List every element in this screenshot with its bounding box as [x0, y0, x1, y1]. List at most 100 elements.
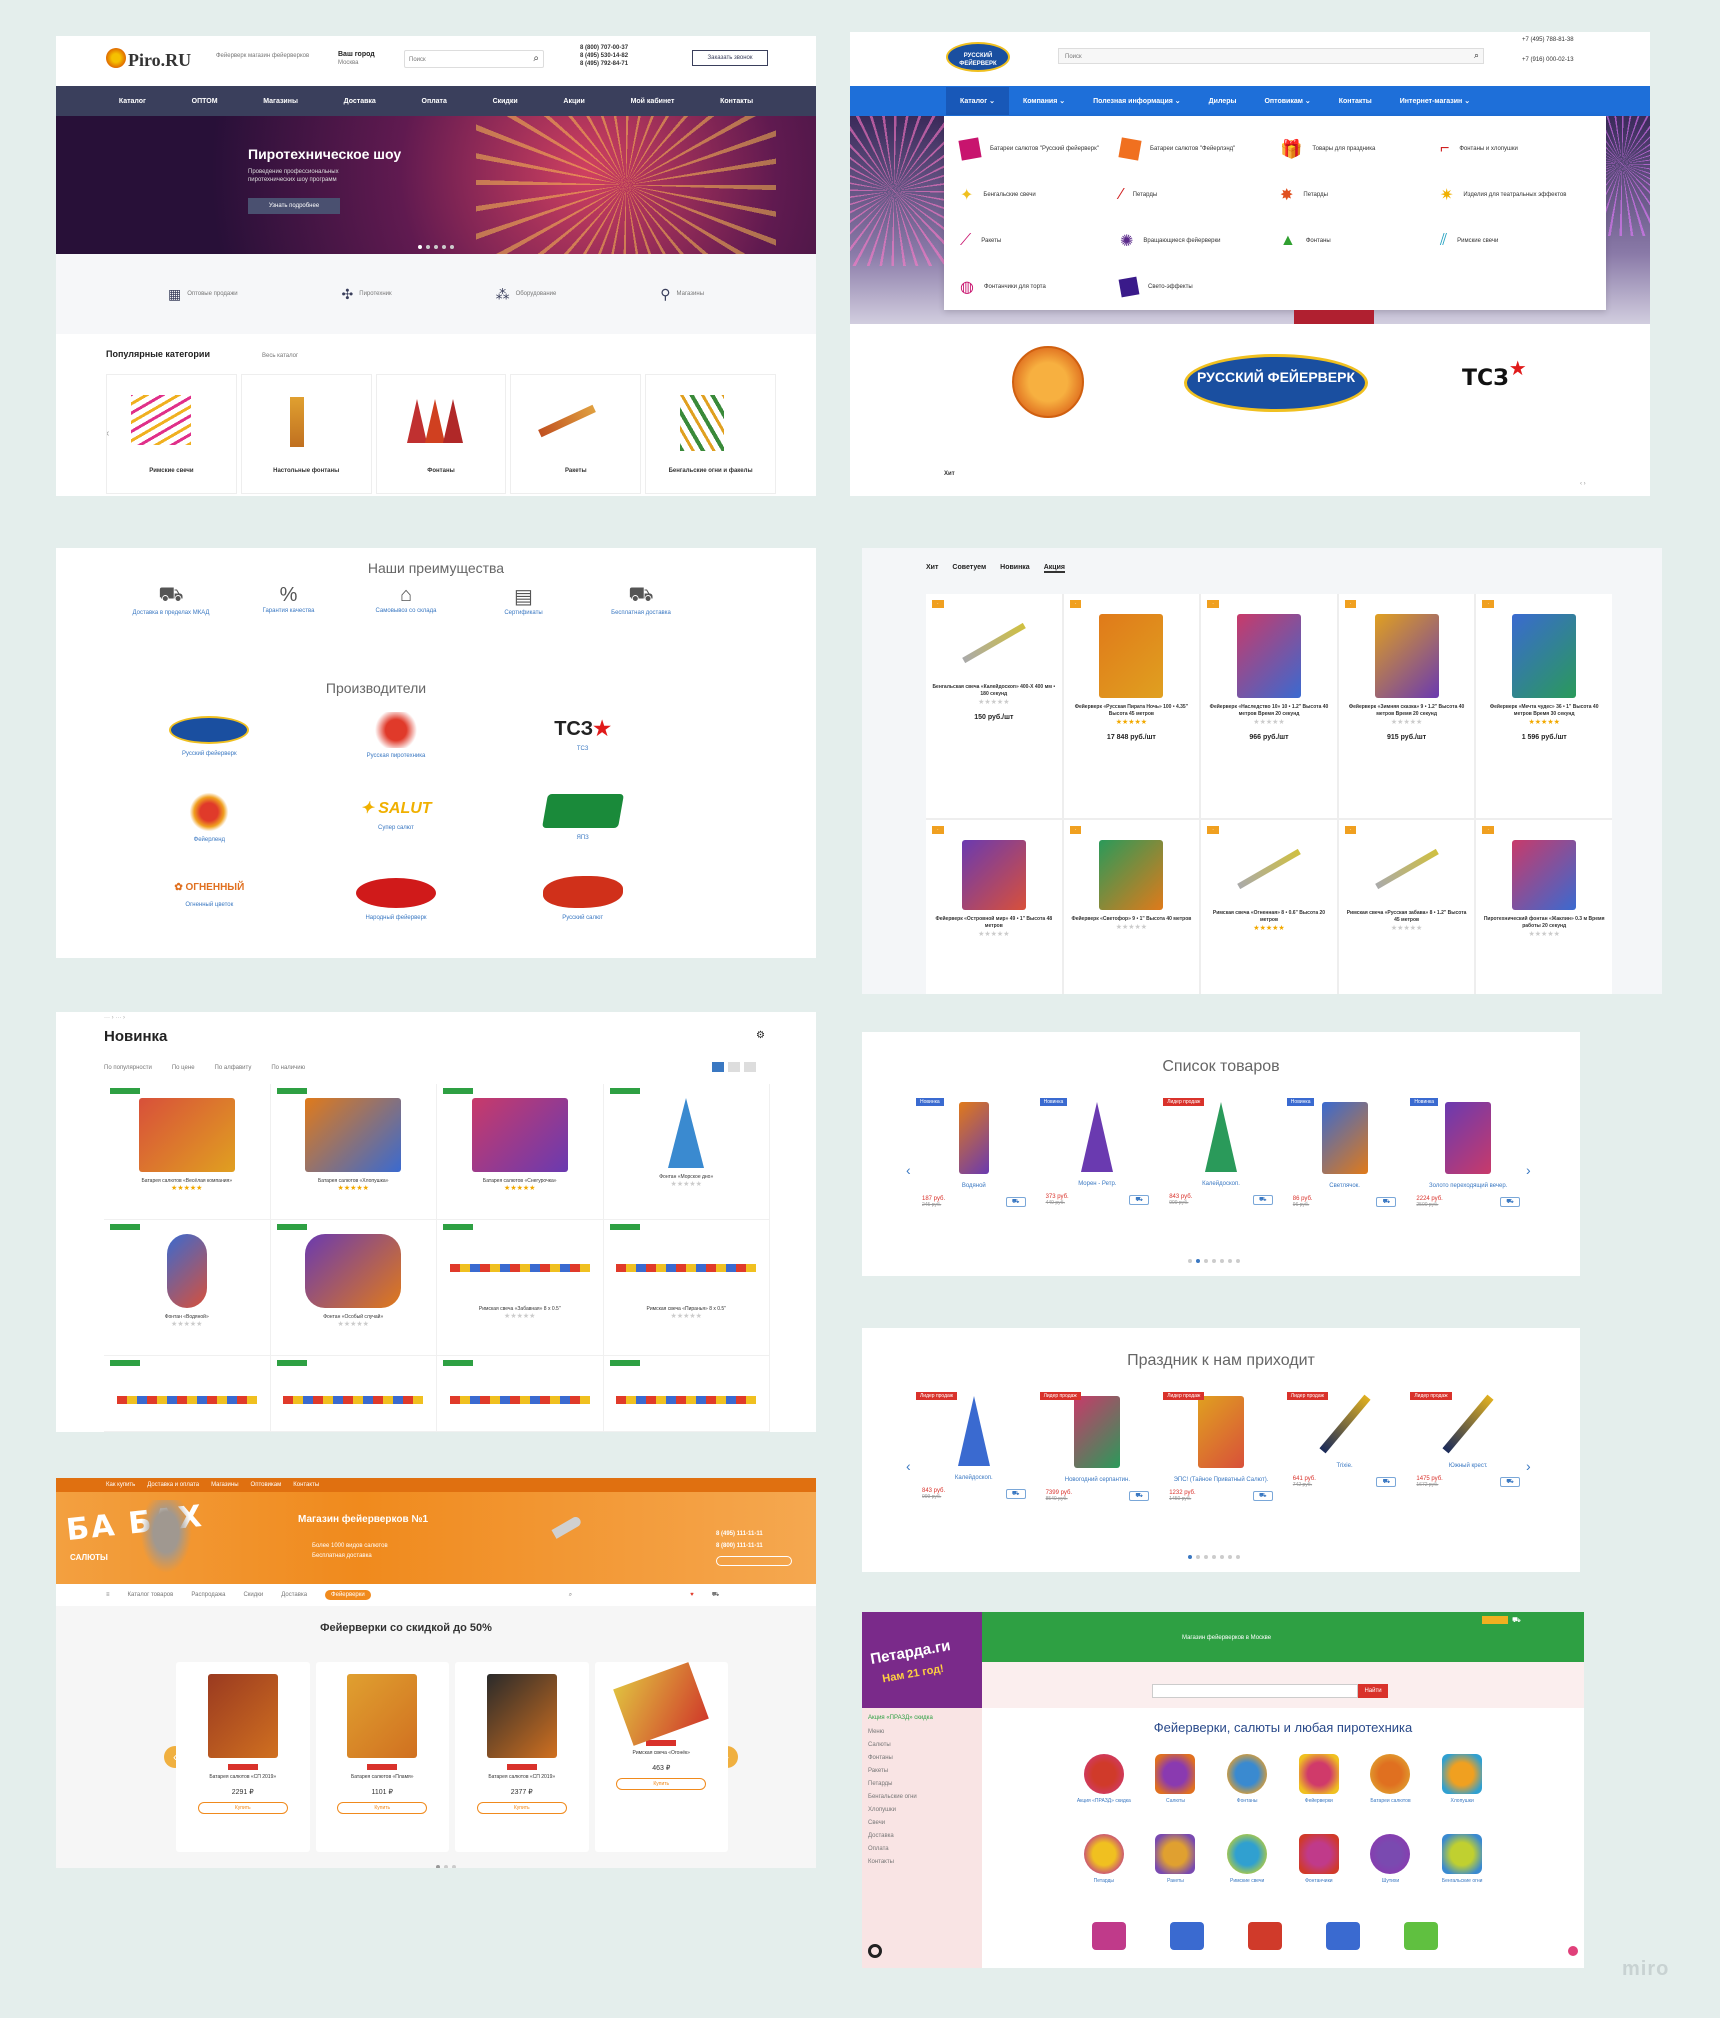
product-card[interactable]: Батарея салютов «СП 2019» 2291 ₽ Купить	[176, 1662, 310, 1852]
circle-icon[interactable]	[868, 1944, 882, 1958]
product-name[interactable]: Фейерверк «Зимняя сказка» 9 • 1.2" Высот…	[1345, 704, 1469, 718]
hero-pagination[interactable]	[416, 236, 456, 254]
petarda-search-button[interactable]: Найти	[1358, 1684, 1388, 1698]
product-card[interactable]	[270, 1356, 437, 1432]
nav-contacts[interactable]: Контакты	[720, 98, 753, 105]
manufacturer-ognenny[interactable]: ✿ ОГНЕННЫЙ Огненный цветок	[116, 868, 303, 948]
hero-button[interactable]: Узнать подробнее	[248, 198, 340, 214]
menu-item[interactable]: ▲ Фонтаны	[1280, 218, 1430, 264]
product-name[interactable]: Фейерверк «Русская Пирата Ночь» 100 • 4.…	[1070, 704, 1194, 718]
product-name[interactable]: Новогодний серпантин.	[1040, 1476, 1156, 1484]
rf-nav-info[interactable]: Полезная информация ⌄	[1079, 97, 1195, 105]
sort-price[interactable]: По цене	[172, 1064, 195, 1072]
list-view-icon[interactable]	[728, 1062, 740, 1072]
manufacturer-yapz[interactable]: ЯПЗ	[489, 788, 676, 868]
manufacturer-russky-salut[interactable]: Русский салют	[489, 868, 676, 948]
product-card[interactable]	[437, 1356, 604, 1432]
product-card[interactable]: Батарея салютов «СП 2019» 2377 ₽ Купить	[455, 1662, 589, 1852]
product-name[interactable]: Золото переходящий вечер.	[1410, 1182, 1526, 1190]
piro-logo[interactable]: Piro.RU	[128, 50, 191, 71]
product-card[interactable]: Новинка Светлячок. 86 руб. 96 руб. ⛟	[1283, 1088, 1407, 1248]
category-tile[interactable]: Шутихи	[1355, 1828, 1427, 1908]
add-to-cart-icon[interactable]: ⛟	[1376, 1197, 1397, 1207]
sidebar-item[interactable]: Хлопушки	[868, 1806, 976, 1814]
sidebar-item[interactable]: Фонтаны	[868, 1754, 976, 1762]
nav-delivery[interactable]: Доставка	[344, 98, 376, 105]
babah-pagination[interactable]	[434, 1856, 458, 1868]
sidebar-item[interactable]: Доставка	[868, 1832, 976, 1840]
petarda-search-input[interactable]	[1152, 1684, 1358, 1698]
sidebar-item[interactable]: Оплата	[868, 1845, 976, 1853]
product-card[interactable]: · Римская свеча «Русская забава» 8 • 1.2"…	[1338, 820, 1475, 994]
rf-nav-wholesale[interactable]: Оптовикам ⌄	[1250, 97, 1324, 105]
sidebar-item[interactable]: Ракеты	[868, 1767, 976, 1775]
sidebar-item[interactable]: Контакты	[868, 1858, 976, 1866]
add-to-cart-icon[interactable]: ⛟	[1499, 1477, 1520, 1487]
nav-shops[interactable]: Магазины	[263, 98, 298, 105]
product-name[interactable]: Римская свеча «Огненная» 8 • 0.6" Высота…	[1207, 910, 1331, 924]
search-input[interactable]: Поиск ⌕	[404, 50, 544, 68]
nav-opt[interactable]: ОПТОМ	[192, 98, 218, 105]
nav-cabinet[interactable]: Мой кабинет	[631, 98, 675, 105]
product-card[interactable]: · Фейерверк «Наследство 10» 10 • 1.2" Выс…	[1201, 594, 1337, 818]
manufacturer-rp[interactable]: Русская пиротехника	[303, 708, 490, 788]
manufacturer-tcz[interactable]: ТСЗ★ ТСЗ	[489, 708, 676, 788]
sidebar-item[interactable]: Бенгальские огни	[868, 1793, 976, 1801]
category-tile[interactable]: Акция «ПРАЗД» скидка	[1068, 1748, 1140, 1828]
babah-phone-2[interactable]: 8 (800) 111-11-11	[716, 1542, 763, 1550]
menu-item[interactable]: ✸ Петарды	[1280, 172, 1430, 218]
product-name[interactable]: Калейдоскоп.	[916, 1474, 1032, 1482]
menu-item[interactable]: ⫽ Римские свечи	[1440, 218, 1590, 264]
product-card[interactable]: Лидер продаж Trixie. 641 руб. 742 руб. ⛟	[1283, 1382, 1407, 1542]
sort-alpha[interactable]: По алфавиту	[215, 1064, 252, 1072]
tcz-logo[interactable]: ТСЗ★	[1462, 356, 1527, 391]
sidebar-item[interactable]: Свечи	[868, 1819, 976, 1827]
buy-button[interactable]: Купить	[616, 1778, 707, 1790]
sort-popular[interactable]: По популярности	[104, 1064, 152, 1072]
product-name[interactable]: Фейерверк «Островной мир» 49 • 1" Высота…	[932, 916, 1056, 930]
zhar-ptitsa-logo[interactable]	[1012, 346, 1084, 418]
rf-search-input[interactable]: Поиск ⌕	[1058, 48, 1484, 64]
nav-discounts[interactable]: Скидки	[493, 98, 518, 105]
menu-item[interactable]: ⁄ Петарды	[1120, 172, 1270, 218]
buy-button[interactable]: Купить	[197, 1802, 288, 1814]
category-card[interactable]: Бенгальские огни и факелы	[645, 374, 776, 494]
add-to-cart-icon[interactable]: ⛟	[1129, 1195, 1150, 1205]
product-card[interactable]: · Фейерверк «Мечта чудес» 36 • 1" Высота …	[1476, 594, 1612, 818]
cart-icon[interactable]: ⛟	[712, 1591, 720, 1599]
product-card[interactable]: · Пиротехнический фонтан «Жаклин» 0.3 м В…	[1476, 820, 1612, 994]
rf-logo[interactable]: РУССКИЙ ФЕЙЕРВЕРК	[946, 42, 1010, 72]
rf-nav-shop[interactable]: Интернет-магазин ⌄	[1386, 97, 1484, 105]
rf-phone-2[interactable]: +7 (916) 000-02-13	[1522, 56, 1574, 64]
tab-new[interactable]: Новинка	[1000, 564, 1030, 573]
manufacturer-narodny[interactable]: Народный фейерверк	[303, 868, 490, 948]
rf-brand-logo[interactable]: РУССКИЙ ФЕЙЕРВЕРК	[1184, 354, 1368, 412]
add-to-cart-icon[interactable]: ⛟	[1499, 1197, 1520, 1207]
sort-stock[interactable]: По наличию	[271, 1064, 305, 1072]
rf-nav-dealers[interactable]: Дилеры	[1195, 98, 1251, 105]
product-card[interactable]: Батарея салютов «Весёлая компания» ★★★★★	[104, 1084, 271, 1220]
manufacturer-super-salut[interactable]: ✦ SALUT Супер салют	[303, 788, 490, 868]
product-name[interactable]: Фейерверк «Наследство 10» 10 • 1.2" Высо…	[1207, 704, 1331, 718]
login-button[interactable]	[1482, 1616, 1508, 1624]
product-card[interactable]: Батарея салютов «Снегурочка» ★★★★★	[437, 1084, 604, 1220]
callback-button[interactable]: Заказать звонок	[692, 50, 768, 66]
all-catalog-link[interactable]: Весь каталог	[262, 352, 298, 360]
product-name[interactable]: Фейерверк «Мечта чудес» 36 • 1" Высота 4…	[1482, 704, 1606, 718]
cart-icon[interactable]: ⛟	[1512, 1616, 1521, 1625]
scroll-top-icon[interactable]	[1568, 1946, 1578, 1956]
menu-item[interactable]: ✷ Изделия для театральных эффектов	[1440, 172, 1590, 218]
search-icon[interactable]: ⌕	[569, 1591, 572, 1599]
sidebar-item[interactable]: Салюты	[868, 1741, 976, 1749]
product-name[interactable]: Фейерверк «Светофор» 9 • 1" Высота 40 ме…	[1070, 916, 1194, 923]
tab-hit[interactable]: Хит	[926, 564, 938, 573]
menu-item[interactable]: ⟋ Ракеты	[960, 218, 1110, 264]
search-icon[interactable]: ⌕	[533, 53, 539, 64]
buy-button[interactable]: Купить	[337, 1802, 428, 1814]
category-tile[interactable]: Бенгальские огни	[1426, 1828, 1498, 1908]
product-card[interactable]: · Бенгальская свеча «Калейдоскоп» 400-Х 4…	[926, 594, 1062, 818]
product-card[interactable]: Лидер продаж Калейдоскоп. 843 руб. 999 руб.…	[912, 1382, 1036, 1542]
tab-sale[interactable]: Акция	[1043, 564, 1065, 573]
product-name[interactable]: Южный крест.	[1410, 1462, 1526, 1470]
category-card[interactable]: Настольные фонтаны	[240, 374, 372, 494]
